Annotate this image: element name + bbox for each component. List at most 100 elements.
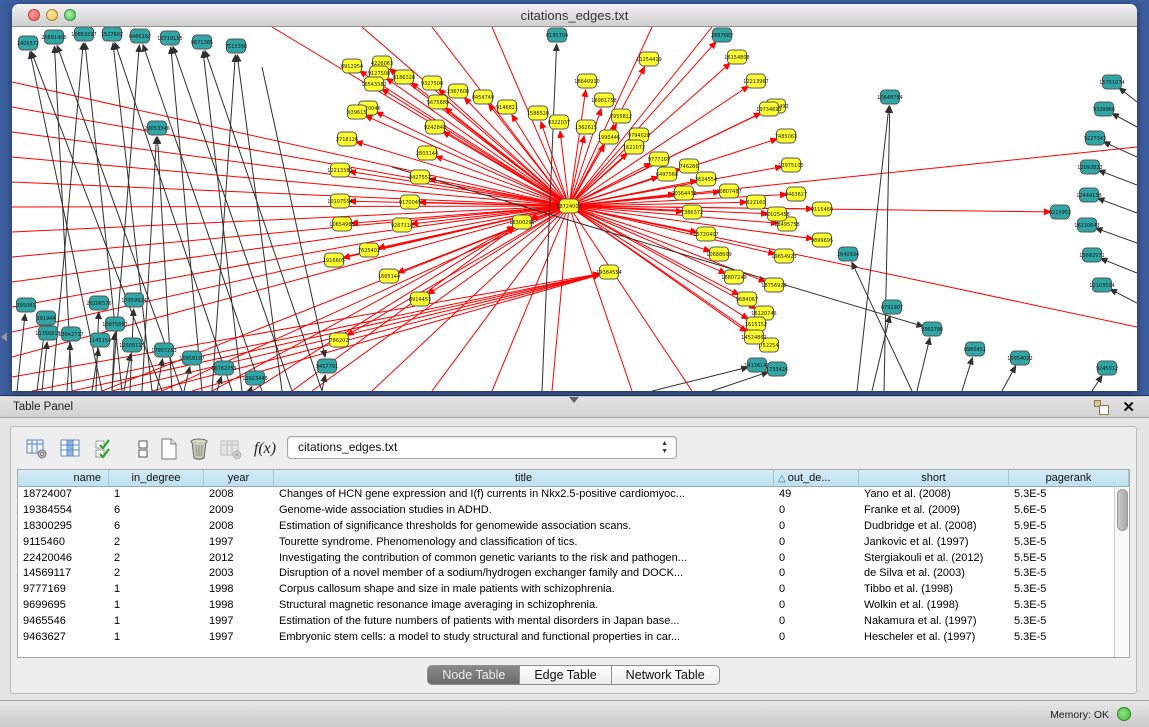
graph-node-9170045[interactable]: 9170045 [399, 195, 421, 209]
citation-edge-black[interactable] [237, 55, 282, 391]
graph-node-11254419[interactable]: 11254419 [636, 52, 661, 66]
table-cell[interactable]: 5.3E-5 [1009, 614, 1114, 630]
graph-node-16543382[interactable]: 16543382 [361, 77, 386, 91]
table-cell[interactable]: de Silva et al. (2003) [859, 566, 1009, 582]
graph-node-18807249[interactable]: 18807249 [721, 270, 746, 284]
citation-edge-black[interactable] [171, 47, 202, 391]
table-row[interactable]: 911546021997Tourette syndrome. Phenomeno… [18, 535, 1114, 551]
graph-node-2367608[interactable]: 2367608 [447, 84, 469, 98]
graph-node-11156819[interactable]: 11156819 [35, 326, 60, 340]
graph-node-6497568[interactable]: 6497568 [656, 167, 678, 181]
graph-node-12093832[interactable]: 12093832 [1077, 160, 1102, 174]
graph-node-12444138[interactable]: 12444138 [1076, 188, 1101, 202]
network-window-titlebar[interactable]: citations_edges.txt [12, 4, 1137, 27]
table-cell[interactable]: 0 [774, 630, 859, 646]
graph-node-10648784[interactable]: 10648784 [877, 90, 902, 104]
citation-edge-black[interactable] [712, 372, 768, 391]
citation-network-graph[interactable]: 1405572206914061085329715276026466162107… [12, 27, 1137, 391]
graph-node-9267110[interactable]: 9267110 [391, 218, 413, 232]
table-cell[interactable]: 5.9E-5 [1009, 519, 1114, 535]
graph-node-17957253[interactable]: 17957253 [151, 343, 176, 357]
citation-edge-black[interactable] [652, 367, 748, 391]
citation-edge-black[interactable] [1092, 376, 1102, 391]
column-visibility-icon[interactable] [57, 435, 85, 463]
table-cell[interactable]: Hescheler et al. (1997) [859, 630, 1009, 646]
table-cell[interactable]: Tourette syndrome. Phenomenology and cla… [274, 535, 774, 551]
graph-node-12505115[interactable]: 12505115 [119, 338, 144, 352]
table-cell[interactable]: Dudbridge et al. (2008) [859, 519, 1009, 535]
table-options-icon[interactable] [23, 435, 51, 463]
graph-node-9146821[interactable]: 9146821 [496, 100, 518, 114]
graph-node-9777169[interactable]: 9777169 [648, 152, 670, 166]
table-cell[interactable]: 0 [774, 598, 859, 614]
table-cell[interactable]: 22420046 [18, 551, 109, 567]
table-cell[interactable]: Structural magnetic resonance image aver… [274, 598, 774, 614]
table-cell[interactable]: Nakamura et al. (1997) [859, 614, 1009, 630]
graph-node-9245012[interactable]: 9245012 [1096, 361, 1118, 375]
table-cell[interactable]: 0 [774, 519, 859, 535]
table-cell[interactable]: 1998 [204, 582, 274, 598]
tab-edge-table[interactable]: Edge Table [520, 665, 611, 685]
table-row[interactable]: 1872400712008Changes of HCN gene express… [18, 487, 1114, 503]
table-cell[interactable]: 1 [109, 582, 204, 598]
graph-node-7515358[interactable]: 7515358 [225, 39, 247, 53]
column-header-in_degree[interactable]: in_degree [109, 470, 204, 486]
citation-edge-black[interactable] [1110, 289, 1137, 303]
citation-edge-black[interactable] [124, 354, 130, 391]
table-cell[interactable]: 5.3E-5 [1009, 630, 1114, 646]
column-header-title[interactable]: title [274, 470, 774, 486]
vertical-scrollbar[interactable] [1114, 487, 1129, 657]
table-cell[interactable]: 2003 [204, 566, 274, 582]
table-body[interactable]: 1872400712008Changes of HCN gene express… [18, 487, 1114, 657]
graph-node-6466162[interactable]: 6466162 [129, 29, 151, 43]
graph-node-16154808[interactable]: 16154808 [724, 50, 749, 64]
graph-node-20206576[interactable]: 20206576 [86, 296, 111, 310]
table-cell[interactable]: 49 [774, 487, 859, 503]
citation-edge-black[interactable] [872, 316, 890, 391]
table-cell[interactable]: 0 [774, 614, 859, 630]
table-row[interactable]: 946362711997Embryonic stem cells: a mode… [18, 630, 1114, 646]
graph-node-14524861[interactable]: 14524861 [741, 330, 766, 344]
graph-node-19734693[interactable]: 19734693 [756, 102, 781, 116]
citation-edge-red[interactable] [12, 206, 569, 307]
table-cell[interactable]: 9465546 [18, 614, 109, 630]
table-cell[interactable]: 1997 [204, 535, 274, 551]
graph-node-19654923[interactable]: 19654923 [771, 249, 796, 263]
table-cell[interactable]: Franke et al. (2009) [859, 503, 1009, 519]
graph-node-786202[interactable]: 786202 [329, 333, 348, 347]
float-panel-icon[interactable] [1094, 400, 1109, 415]
table-mode-icon[interactable] [129, 435, 157, 463]
graph-node-16210643[interactable]: 16210643 [1074, 218, 1099, 232]
graph-node-12103504[interactable]: 12103504 [1089, 278, 1114, 292]
graph-node-15720407[interactable]: 15720407 [693, 227, 718, 241]
citation-edge-red[interactable] [569, 206, 692, 391]
collapse-left-panel-arrow-icon[interactable] [1, 332, 7, 342]
graph-node-9242848[interactable]: 9242848 [424, 120, 446, 134]
table-cell[interactable]: 9777169 [18, 582, 109, 598]
column-header-pagerank[interactable]: pagerank [1009, 470, 1129, 486]
graph-node-1916605[interactable]: 1916605 [323, 253, 345, 267]
table-cell[interactable]: 2 [109, 551, 204, 567]
delete-table-icon[interactable] [217, 435, 245, 463]
citation-edge-red[interactable] [569, 136, 584, 206]
citation-edge-red[interactable] [569, 206, 748, 319]
table-cell[interactable]: Genome-wide association studies in ADHD. [274, 503, 774, 519]
table-cell[interactable]: 5.5E-5 [1009, 551, 1114, 567]
graph-node-18640910[interactable]: 18640910 [574, 74, 599, 88]
graph-node-10688609[interactable]: 10688609 [706, 247, 731, 261]
splitter-collapse-handle[interactable] [569, 397, 579, 403]
citation-edge-black[interactable] [1002, 366, 1016, 391]
graph-node-8427552[interactable]: 8427552 [409, 170, 431, 184]
table-cell[interactable]: 19384554 [18, 503, 109, 519]
graph-node-1733426[interactable]: 1733426 [766, 362, 788, 376]
graph-node-746266[interactable]: 746266 [679, 159, 698, 173]
graph-node-12213383[interactable]: 12213383 [327, 163, 352, 177]
graph-node-9329966[interactable]: 9329966 [1093, 102, 1115, 116]
graph-node-1588520[interactable]: 1588520 [527, 106, 549, 120]
graph-node-6791907[interactable]: 6791907 [881, 300, 903, 314]
graph-node-10954022[interactable]: 10954022 [1007, 351, 1032, 365]
table-cell[interactable]: 5.3E-5 [1009, 582, 1114, 598]
graph-node-15751074[interactable]: 15751074 [1099, 75, 1124, 89]
citation-edge-red[interactable] [12, 206, 569, 207]
citation-edge-black[interactable] [1103, 142, 1137, 157]
